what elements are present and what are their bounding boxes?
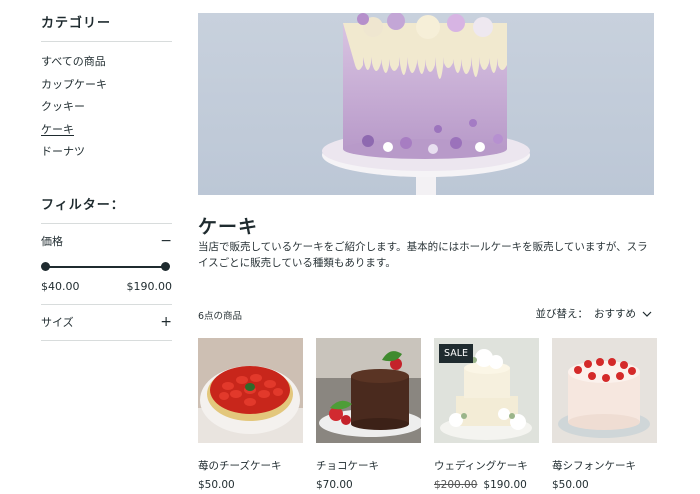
chocolate-cake-image bbox=[316, 338, 421, 443]
product-price: $50.00 bbox=[552, 479, 589, 491]
product-price: $70.00 bbox=[316, 479, 353, 491]
page-title: ケーキ bbox=[198, 216, 259, 238]
product-image[interactable]: SALE bbox=[434, 338, 539, 443]
strawberry-tart-image bbox=[198, 338, 303, 443]
collapse-icon: − bbox=[160, 232, 172, 249]
expand-icon: + bbox=[160, 314, 172, 330]
product-image[interactable] bbox=[316, 338, 421, 443]
category-donuts[interactable]: ドーナツ bbox=[41, 141, 172, 164]
sidebar: カテゴリー すべての商品 カップケーキ クッキー ケーキ ドーナツ フィルター：… bbox=[41, 12, 172, 341]
category-banner-image bbox=[198, 13, 654, 195]
filter-heading: フィルター： bbox=[41, 194, 172, 224]
product-card[interactable]: チョコケーキ $70.00 bbox=[316, 338, 421, 491]
category-cookies[interactable]: クッキー bbox=[41, 96, 172, 119]
category-cakes[interactable]: ケーキ bbox=[41, 119, 172, 142]
price-filter-toggle[interactable]: 価格 − bbox=[41, 224, 172, 258]
product-name[interactable]: 苺シフォンケーキ bbox=[552, 458, 657, 473]
chevron-down-icon bbox=[642, 311, 652, 317]
product-name[interactable]: 苺のチーズケーキ bbox=[198, 458, 303, 473]
lavender-drip-cake-illustration bbox=[322, 13, 530, 195]
sort-dropdown[interactable]: 並び替え： おすすめ bbox=[536, 306, 653, 321]
original-price: $200.00 bbox=[434, 479, 478, 491]
product-card[interactable]: SALE ウェディングケーキ $200.00 $190.00 bbox=[434, 338, 539, 491]
product-price: $50.00 bbox=[198, 479, 235, 491]
size-filter-toggle[interactable]: サイズ + bbox=[41, 305, 172, 341]
product-card[interactable]: 苺シフォンケーキ $50.00 bbox=[552, 338, 657, 491]
category-heading: カテゴリー bbox=[41, 12, 172, 42]
product-image[interactable] bbox=[552, 338, 657, 443]
category-cupcakes[interactable]: カップケーキ bbox=[41, 74, 172, 97]
product-image[interactable] bbox=[198, 338, 303, 443]
chiffon-cake-image bbox=[552, 338, 657, 443]
sale-badge: SALE bbox=[439, 344, 474, 363]
price-max-value: $190.00 bbox=[126, 279, 173, 293]
price-range-slider[interactable] bbox=[41, 260, 170, 274]
price-filter-label: 価格 bbox=[41, 234, 63, 248]
category-all[interactable]: すべての商品 bbox=[41, 51, 172, 74]
product-count: 6点の商品 bbox=[198, 311, 243, 322]
product-grid: 苺のチーズケーキ $50.00 チョコケーキ $70.00 SALE ウェディン… bbox=[198, 338, 657, 491]
product-name[interactable]: チョコケーキ bbox=[316, 458, 421, 473]
price-max-handle[interactable] bbox=[161, 261, 170, 271]
sort-value: おすすめ bbox=[594, 308, 636, 320]
price-range-values: $40.00 $190.00 bbox=[41, 280, 172, 305]
product-price: $200.00 $190.00 bbox=[434, 479, 539, 491]
category-list: すべての商品 カップケーキ クッキー ケーキ ドーナツ bbox=[41, 51, 172, 164]
sale-price: $190.00 bbox=[483, 479, 527, 491]
price-min-value: $40.00 bbox=[41, 279, 80, 293]
product-name[interactable]: ウェディングケーキ bbox=[434, 458, 539, 473]
size-filter-label: サイズ bbox=[41, 316, 74, 329]
product-card[interactable]: 苺のチーズケーキ $50.00 bbox=[198, 338, 303, 491]
price-min-handle[interactable] bbox=[41, 261, 50, 271]
sort-label: 並び替え： bbox=[535, 308, 589, 320]
category-description: 当店で販売しているケーキをご紹介します。基本的にはホールケーキを販売していますが… bbox=[198, 241, 648, 269]
price-range-track bbox=[45, 265, 166, 268]
